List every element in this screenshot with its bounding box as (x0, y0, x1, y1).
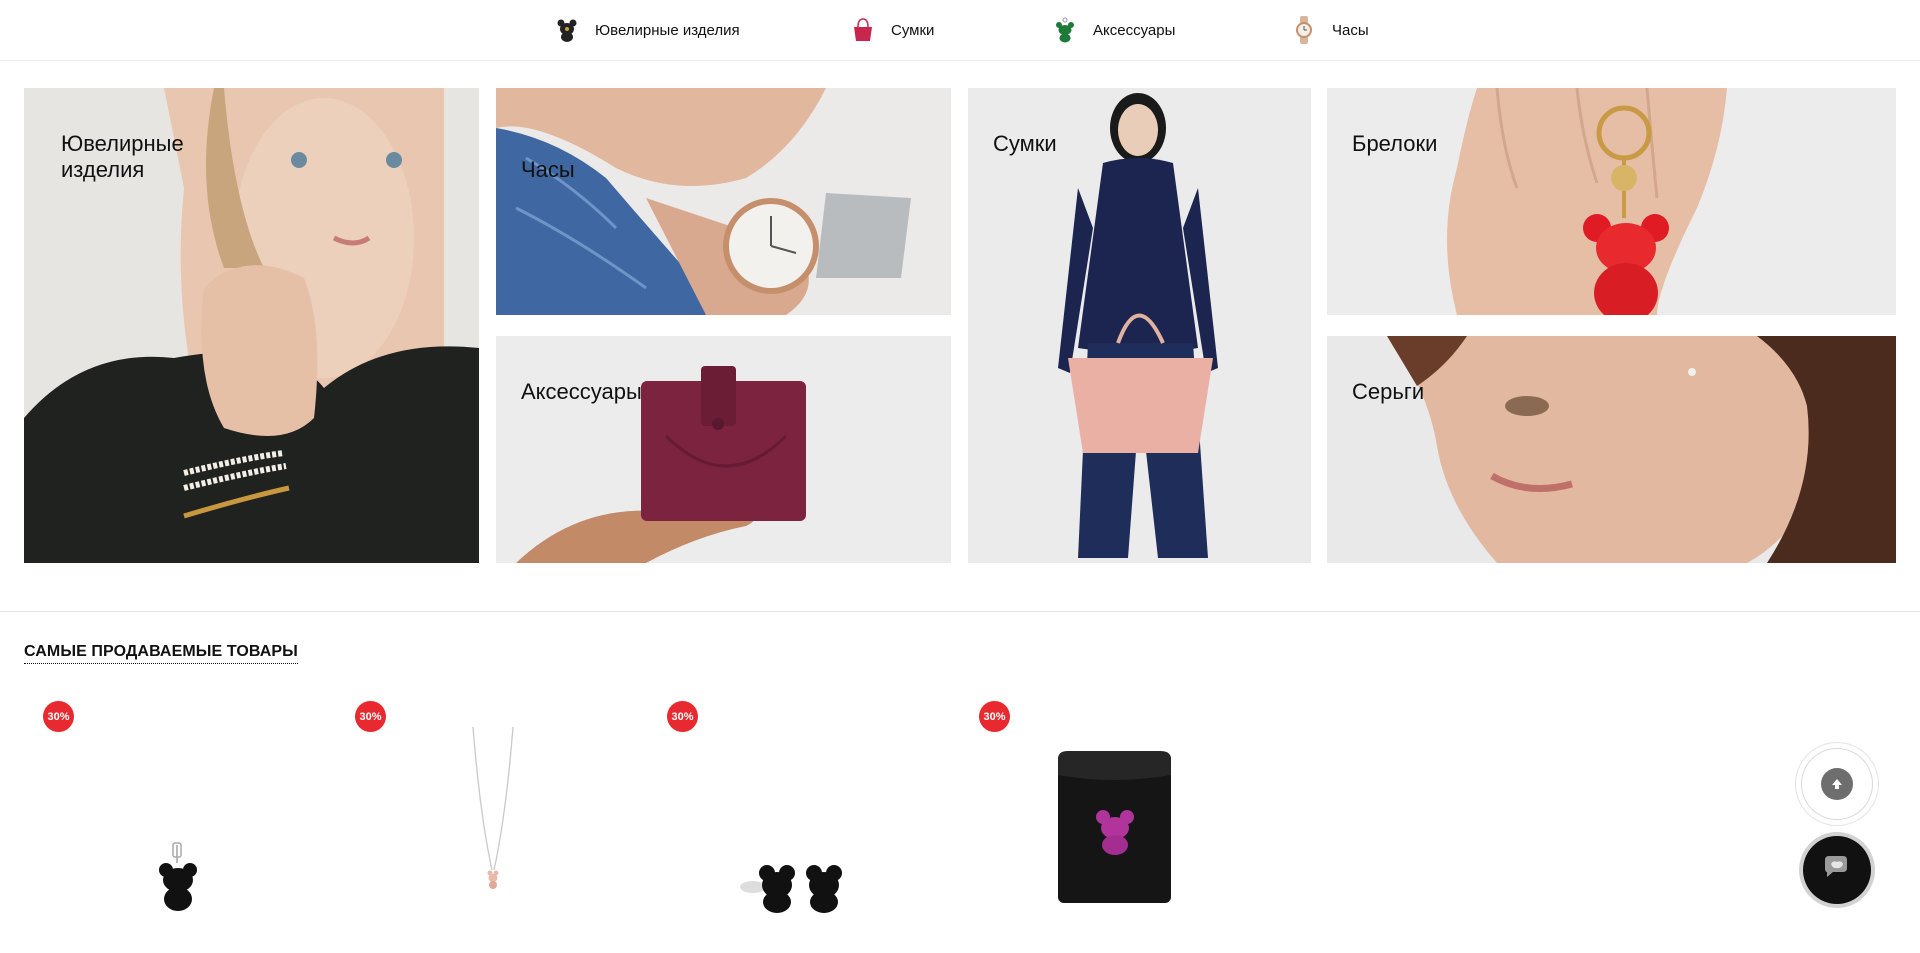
product-image-black-bear-pendant (82, 725, 312, 953)
product-image-black-bear-earrings (740, 865, 842, 913)
nav-item-watches[interactable]: Часы (1290, 16, 1369, 44)
tile-jewelry-label-line1: Ювелирные (61, 131, 184, 156)
section-divider (0, 611, 1920, 612)
product-card[interactable]: 30% (24, 695, 314, 953)
nav-item-accessories[interactable]: Аксессуары (1051, 16, 1175, 44)
nav-label-watches: Часы (1332, 21, 1369, 39)
category-nav: Ювелирные изделия Сумки Аксессуары Часы (0, 0, 1920, 61)
bear-accessory-icon (1051, 16, 1079, 44)
watches-photo (496, 88, 951, 315)
discount-badge: 30% (667, 701, 698, 732)
tile-bags[interactable]: Сумки (968, 88, 1311, 563)
tile-jewelry-label: Ювелирные изделия (61, 131, 184, 183)
accessories-photo (496, 336, 951, 563)
scroll-to-top-button[interactable] (1802, 749, 1872, 819)
discount-badge: 30% (355, 701, 386, 732)
bestsellers-title[interactable]: САМЫЕ ПРОДАВАЕМЫЕ ТОВАРЫ (24, 643, 298, 664)
product-card[interactable]: 30% (960, 695, 1250, 953)
product-card[interactable]: 30% (336, 695, 626, 953)
tile-watches-label: Часы (521, 157, 575, 182)
tile-jewelry-label-line2: изделия (61, 157, 145, 182)
product-card[interactable]: 30% (648, 695, 938, 953)
keychains-photo (1327, 88, 1896, 315)
discount-badge: 30% (43, 701, 74, 732)
watch-icon (1290, 16, 1318, 44)
tile-keychains[interactable]: Брелоки (1327, 88, 1896, 315)
tile-earrings-label: Серьги (1352, 379, 1425, 404)
tile-accessories[interactable]: Аксессуары (496, 336, 951, 563)
product-image-pink-bear-necklace (472, 726, 514, 889)
nav-label-jewelry: Ювелирные изделия (595, 21, 740, 39)
product-image-black-card-holder (1058, 751, 1171, 903)
nav-label-bags: Сумки (891, 21, 935, 39)
tile-jewelry[interactable]: Ювелирные изделия (24, 88, 479, 563)
tile-earrings[interactable]: Серьги (1327, 336, 1896, 563)
chat-icon (1821, 854, 1853, 887)
tile-keychains-label: Брелоки (1352, 131, 1438, 156)
tile-bags-label: Сумки (993, 131, 1057, 156)
earrings-photo (1327, 336, 1896, 563)
discount-badge: 30% (979, 701, 1010, 732)
arrow-up-icon (1821, 768, 1853, 800)
nav-label-accessories: Аксессуары (1093, 21, 1176, 39)
tile-watches[interactable]: Часы (496, 88, 951, 315)
bear-jewelry-icon (553, 16, 581, 44)
nav-item-jewelry[interactable]: Ювелирные изделия (553, 16, 740, 44)
tile-accessories-label: Аксессуары (521, 379, 642, 404)
handbag-icon (849, 16, 877, 44)
chat-button[interactable] (1803, 836, 1871, 904)
nav-item-bags[interactable]: Сумки (849, 16, 934, 44)
bags-photo (968, 88, 1311, 563)
